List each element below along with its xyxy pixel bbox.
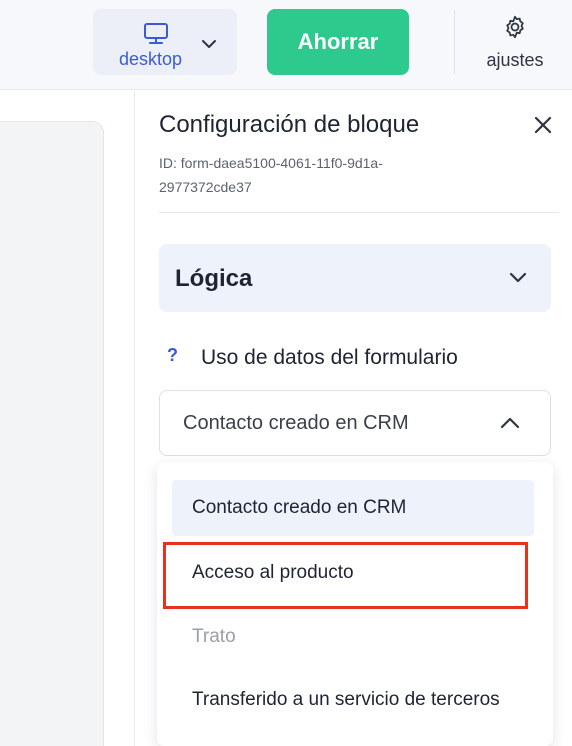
device-label: desktop — [119, 49, 183, 69]
panel-separator — [159, 212, 559, 213]
form-data-usage-dropdown: Contacto creado en CRM Acceso al product… — [157, 462, 553, 746]
editor-canvas — [0, 91, 134, 746]
form-data-usage-label: Uso de datos del formulario — [201, 346, 458, 369]
help-icon[interactable]: ? — [167, 345, 181, 366]
top-toolbar: desktop Ahorrar ajustes — [0, 0, 572, 90]
panel-title: Configuración de bloque — [159, 111, 420, 138]
toolbar-divider — [454, 10, 455, 74]
dropdown-option-contact-created[interactable]: Contacto creado en CRM — [172, 480, 534, 536]
save-button[interactable]: Ahorrar — [267, 9, 409, 75]
close-icon[interactable] — [533, 115, 553, 135]
settings-button[interactable]: ajustes — [470, 10, 560, 74]
logic-section-header[interactable]: Lógica — [159, 244, 551, 312]
block-id: ID: form-daea5100-4061-11f0-9d1a-2977372… — [159, 155, 383, 195]
logic-section-title: Lógica — [175, 265, 253, 292]
dropdown-option-deal: Trato — [192, 626, 236, 647]
settings-label: ajustes — [486, 50, 544, 70]
dropdown-option-third-party-transfer[interactable]: Transferido a un servicio de terceros — [172, 672, 534, 728]
form-data-usage-select[interactable]: Contacto creado en CRM — [159, 390, 551, 456]
device-selector[interactable]: desktop — [93, 9, 237, 75]
canvas-block[interactable] — [0, 121, 104, 746]
gear-icon — [506, 15, 524, 39]
chevron-up-icon — [500, 417, 520, 429]
chevron-down-icon — [202, 40, 216, 48]
dropdown-option-product-access[interactable]: Acceso al producto — [172, 545, 534, 601]
select-value: Contacto creado en CRM — [183, 412, 409, 434]
monitor-icon — [144, 23, 168, 44]
chevron-down-icon — [509, 272, 527, 283]
